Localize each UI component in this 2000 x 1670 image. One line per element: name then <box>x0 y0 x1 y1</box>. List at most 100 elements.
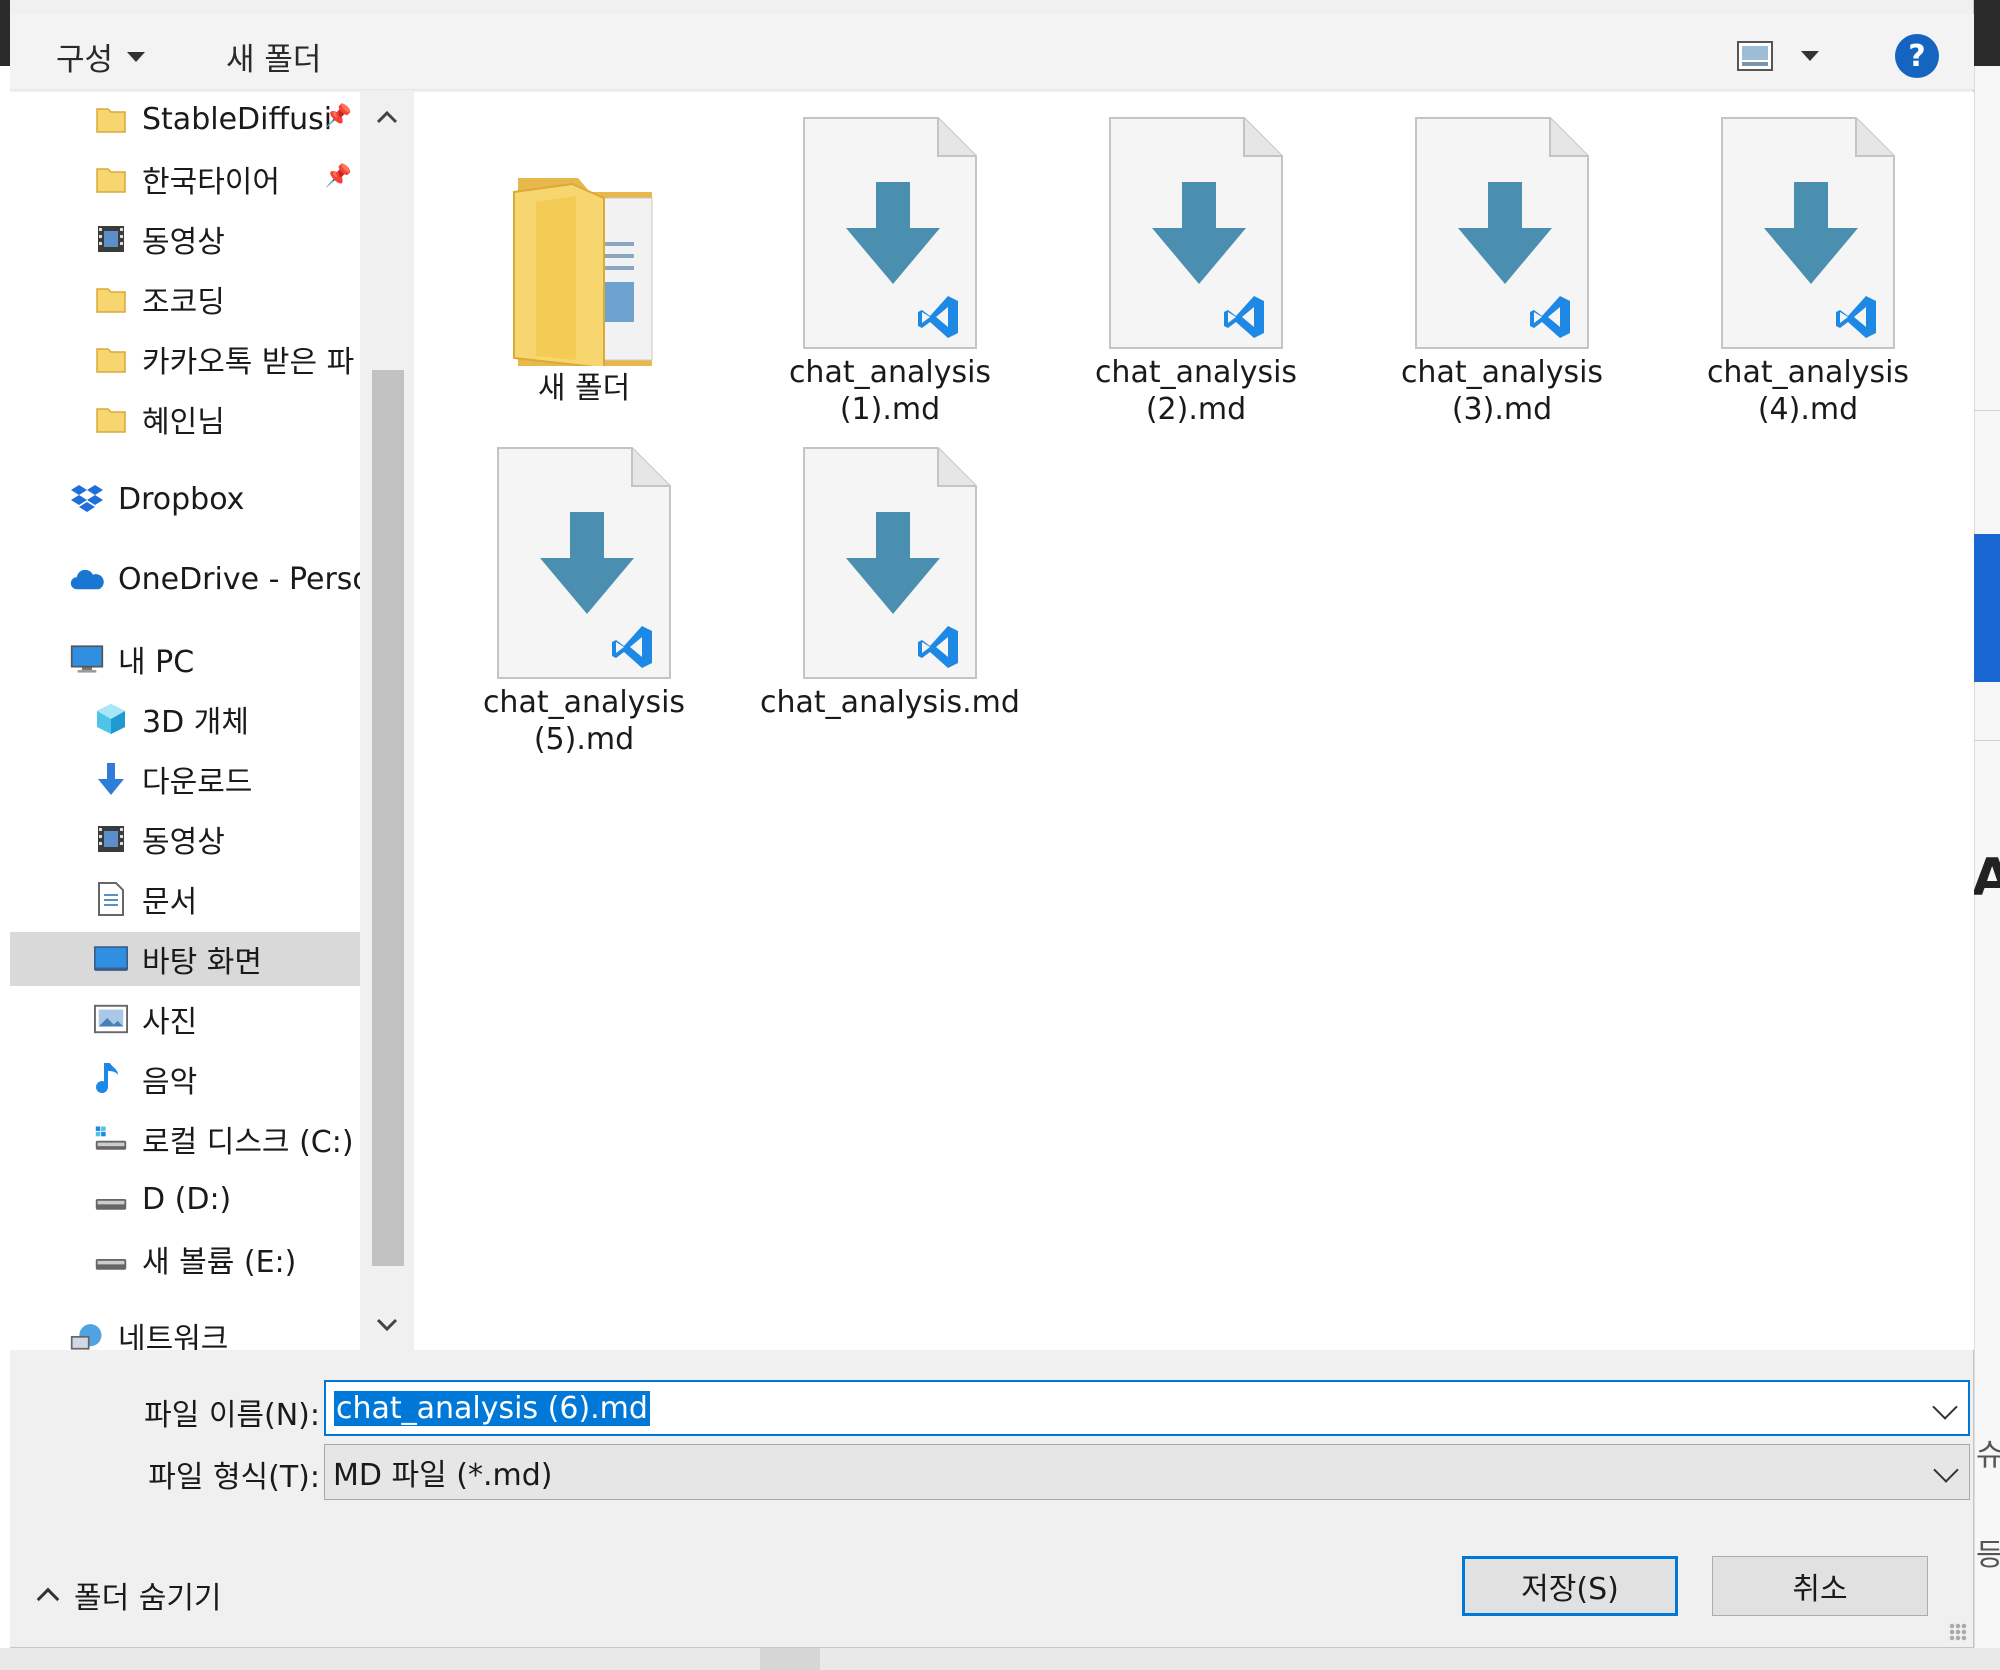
sidebar-item-label: 문서 <box>142 885 198 920</box>
background-app-titlebar-right <box>1974 0 2000 66</box>
filename-value: chat_analysis (6).md <box>334 1390 650 1426</box>
filename-input[interactable]: chat_analysis (6).md <box>324 1380 1970 1436</box>
hide-folders-toggle[interactable]: 폴더 숨기기 <box>36 1573 222 1617</box>
sidebar-item-label: 내 PC <box>118 645 195 680</box>
sidebar-item-drive-d[interactable]: D (D:) <box>94 1172 360 1226</box>
3d-objects-icon <box>94 702 128 736</box>
save-button[interactable]: 저장(S) <box>1462 1556 1678 1616</box>
file-item-chat-analysis[interactable]: chat_analysis.md <box>740 446 1040 721</box>
sidebar-item-desktop[interactable]: 바탕 화면 <box>10 932 360 986</box>
background-app-titlebar-left <box>0 0 10 66</box>
background-peek-text: 등 <box>1976 1538 2000 1573</box>
file-name: chat_analysis.md <box>760 685 1020 720</box>
sidebar-item-documents[interactable]: 문서 <box>94 872 360 926</box>
file-item-chat-analysis-3[interactable]: chat_analysis (3).md <box>1352 116 1652 428</box>
download-icon <box>94 762 128 796</box>
sidebar-item-label: 사진 <box>142 1005 198 1040</box>
chevron-down-icon <box>127 51 146 62</box>
markdown-file-icon <box>1109 117 1283 349</box>
sidebar-item-music[interactable]: 음악 <box>94 1052 360 1106</box>
background-app-bottom-bar <box>760 1648 820 1670</box>
folder-icon <box>94 162 128 196</box>
scroll-up-arrow[interactable] <box>362 92 412 142</box>
chevron-down-icon[interactable] <box>1801 51 1819 61</box>
sidebar-item-dropbox[interactable]: Dropbox <box>70 472 360 526</box>
scroll-down-arrow[interactable] <box>362 1300 412 1350</box>
file-item-chat-analysis-2[interactable]: chat_analysis (2).md <box>1046 116 1346 428</box>
dropbox-icon <box>70 482 104 516</box>
sidebar-item-label: 새 볼륨 (E:) <box>142 1245 297 1280</box>
navigation-scrollbar[interactable] <box>362 92 412 1350</box>
filetype-label: 파일 형식(T): <box>148 1460 320 1495</box>
sidebar-item-videos[interactable]: 동영상 <box>94 812 360 866</box>
organize-menu-button[interactable]: 구성 <box>56 34 146 79</box>
sidebar-item-stablediffusion[interactable]: StableDiffusi 📌 <box>94 92 360 146</box>
sidebar-item-network[interactable]: 네트워크 <box>70 1309 360 1350</box>
onedrive-icon <box>70 562 104 596</box>
markdown-file-icon <box>803 447 977 679</box>
sidebar-item-label: 동영상 <box>142 825 225 860</box>
file-item-chat-analysis-1[interactable]: chat_analysis (1).md <box>740 116 1040 428</box>
sidebar-item-label: 네트워크 <box>118 1322 229 1350</box>
markdown-file-icon <box>497 447 671 679</box>
sidebar-item-local-disk-c[interactable]: 로컬 디스크 (C:) <box>94 1112 360 1166</box>
file-name: chat_analysis (3).md <box>1400 355 1604 427</box>
video-folder-icon <box>94 222 128 256</box>
sidebar-item-onedrive[interactable]: OneDrive - Person <box>70 552 360 606</box>
chevron-down-icon <box>376 1318 398 1332</box>
file-item-chat-analysis-4[interactable]: chat_analysis (4).md <box>1658 116 1958 428</box>
computer-icon <box>70 642 104 676</box>
background-app-right <box>1974 0 2000 1670</box>
sidebar-item-this-pc[interactable]: 내 PC <box>70 632 360 686</box>
pin-icon: 📌 <box>324 104 352 129</box>
sidebar-item-label: StableDiffusi <box>142 101 333 137</box>
filename-label: 파일 이름(N): <box>144 1398 320 1433</box>
folder-icon <box>94 102 128 136</box>
markdown-file-icon <box>1415 117 1589 349</box>
sidebar-item-label: 혜인님 <box>142 405 225 440</box>
sidebar-item-kakaotalk[interactable]: 카카오톡 받은 파 <box>94 332 360 386</box>
document-icon <box>94 882 128 916</box>
drive-icon <box>94 1242 128 1276</box>
file-item-new-folder[interactable]: 새 폴더 <box>434 132 734 407</box>
folder-icon <box>94 282 128 316</box>
background-divider <box>1974 410 2000 411</box>
folder-icon <box>94 342 128 376</box>
sidebar-item-label: D (D:) <box>142 1181 232 1217</box>
chevron-down-icon[interactable] <box>1932 1394 1958 1420</box>
filetype-select[interactable]: MD 파일 (*.md) <box>324 1444 1970 1500</box>
background-peek-letter: A <box>1972 848 2000 908</box>
file-name: chat_analysis (2).md <box>1094 355 1298 427</box>
sidebar-item-volume-e[interactable]: 새 볼륨 (E:) <box>94 1232 360 1286</box>
sidebar-item-3d-objects[interactable]: 3D 개체 <box>94 692 360 746</box>
background-blue-panel <box>1974 534 2000 682</box>
sidebar-item-label: 조코딩 <box>142 285 225 320</box>
hide-folders-label: 폴더 숨기기 <box>74 1581 222 1616</box>
sidebar-item-label: 카카오톡 받은 파 <box>142 345 355 380</box>
view-icon <box>1737 41 1773 71</box>
drive-icon <box>94 1182 128 1216</box>
sidebar-item-label: Dropbox <box>118 481 245 517</box>
video-folder-icon <box>94 822 128 856</box>
sidebar-item-label: 바탕 화면 <box>142 945 262 980</box>
save-file-dialog: 구성 새 폴더 ? StableDiffusi 📌 한국타이어 📌 동영상 조코… <box>10 0 1974 1648</box>
music-icon <box>94 1062 128 1096</box>
pictures-icon <box>94 1002 128 1036</box>
sidebar-item-hankook-tire[interactable]: 한국타이어 📌 <box>94 152 360 206</box>
background-peek-text: 슈 <box>1976 1438 2000 1473</box>
new-folder-button[interactable]: 새 폴더 <box>226 34 321 79</box>
file-item-chat-analysis-5[interactable]: chat_analysis (5).md <box>434 446 734 758</box>
desktop-icon <box>94 942 128 976</box>
scroll-thumb[interactable] <box>372 370 404 1266</box>
change-view-button[interactable] <box>1737 36 1845 76</box>
sidebar-item-downloads[interactable]: 다운로드 <box>94 752 360 806</box>
file-name: chat_analysis (4).md <box>1706 355 1910 427</box>
cancel-button[interactable]: 취소 <box>1712 1556 1928 1616</box>
sidebar-item-jocoding[interactable]: 조코딩 <box>94 272 360 326</box>
sidebar-item-pictures[interactable]: 사진 <box>94 992 360 1046</box>
help-button[interactable]: ? <box>1895 34 1939 78</box>
sidebar-item-hyein[interactable]: 혜인님 <box>94 392 360 446</box>
resize-grip-icon[interactable] <box>1949 1623 1967 1641</box>
sidebar-item-label: 음악 <box>142 1065 198 1100</box>
sidebar-item-videos-quick[interactable]: 동영상 <box>94 212 360 266</box>
